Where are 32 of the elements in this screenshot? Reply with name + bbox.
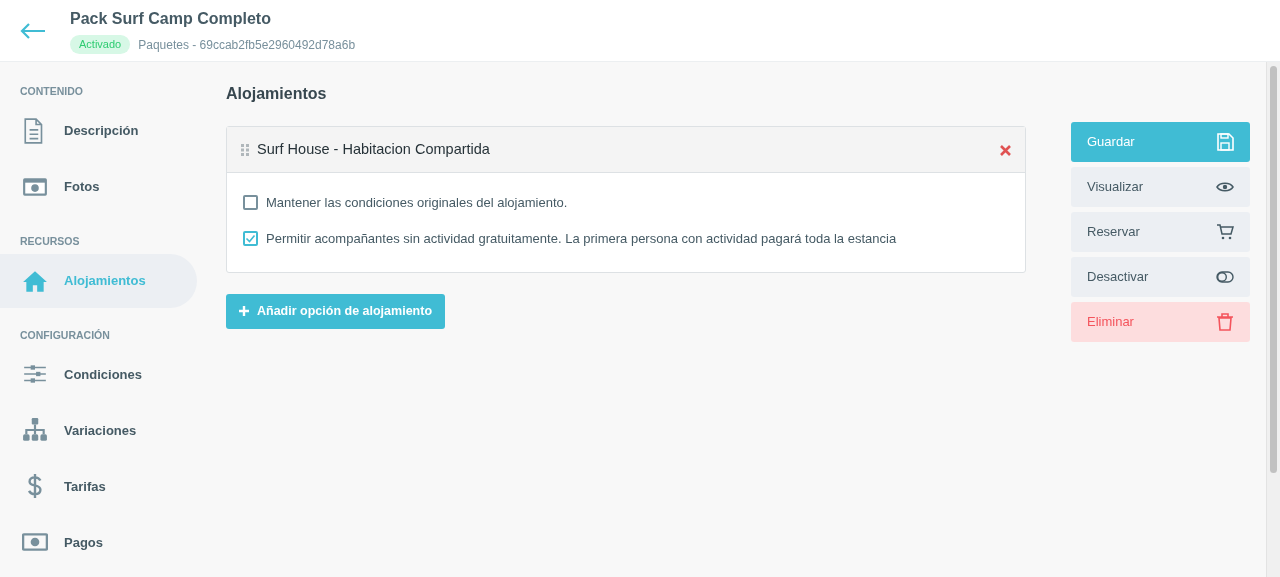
sidebar-item[interactable]: Condiciones bbox=[0, 347, 197, 402]
page-title: Pack Surf Camp Completo bbox=[70, 9, 272, 30]
back-arrow-icon[interactable] bbox=[20, 22, 46, 39]
cart-icon bbox=[1216, 223, 1234, 241]
close-icon[interactable] bbox=[1000, 144, 1011, 156]
sidebar-item[interactable]: Tarifas bbox=[0, 459, 197, 514]
save-icon bbox=[1216, 133, 1234, 151]
checkbox[interactable] bbox=[243, 195, 258, 211]
checkmark-icon bbox=[245, 232, 256, 244]
hierarchy-icon bbox=[22, 417, 48, 444]
status-badge: Activado bbox=[70, 35, 131, 54]
action-button[interactable]: Reservar bbox=[1071, 212, 1250, 252]
breadcrumb: Paquetes - 69ccab2fb5e2960492d78a6b bbox=[138, 36, 356, 54]
toggle-icon bbox=[1216, 268, 1234, 286]
action-button[interactable]: Desactivar bbox=[1071, 257, 1250, 297]
sidebar-item[interactable]: Descripción bbox=[0, 103, 197, 158]
section-heading: CONFIGURACIÓN bbox=[19, 327, 111, 343]
checkbox-row[interactable]: Permitir acompañantes sin actividad gratuitamente. La primera persona con actividad pagará toda la estancia bbox=[243, 228, 1009, 248]
plus-icon bbox=[239, 306, 249, 317]
trash-icon bbox=[1216, 313, 1234, 331]
scrollbar[interactable] bbox=[1266, 62, 1280, 577]
action-button[interactable]: Visualizar bbox=[1071, 167, 1250, 207]
drag-handle-icon[interactable] bbox=[241, 143, 249, 156]
section-title: Alojamientos bbox=[226, 84, 328, 104]
checkbox-row[interactable]: Mantener las condiciones originales del alojamiento. bbox=[243, 193, 1009, 213]
sidebar-item[interactable]: Fotos bbox=[0, 159, 197, 214]
section-heading: RECURSOS bbox=[19, 233, 81, 249]
section-heading: CONTENIDO bbox=[19, 84, 84, 99]
sidebar-item[interactable]: Pagos bbox=[0, 515, 197, 570]
sidebar-item[interactable]: Variaciones bbox=[0, 403, 197, 458]
option-name: Surf House - Habitacion Compartida bbox=[257, 139, 490, 159]
checkbox[interactable] bbox=[243, 230, 258, 246]
